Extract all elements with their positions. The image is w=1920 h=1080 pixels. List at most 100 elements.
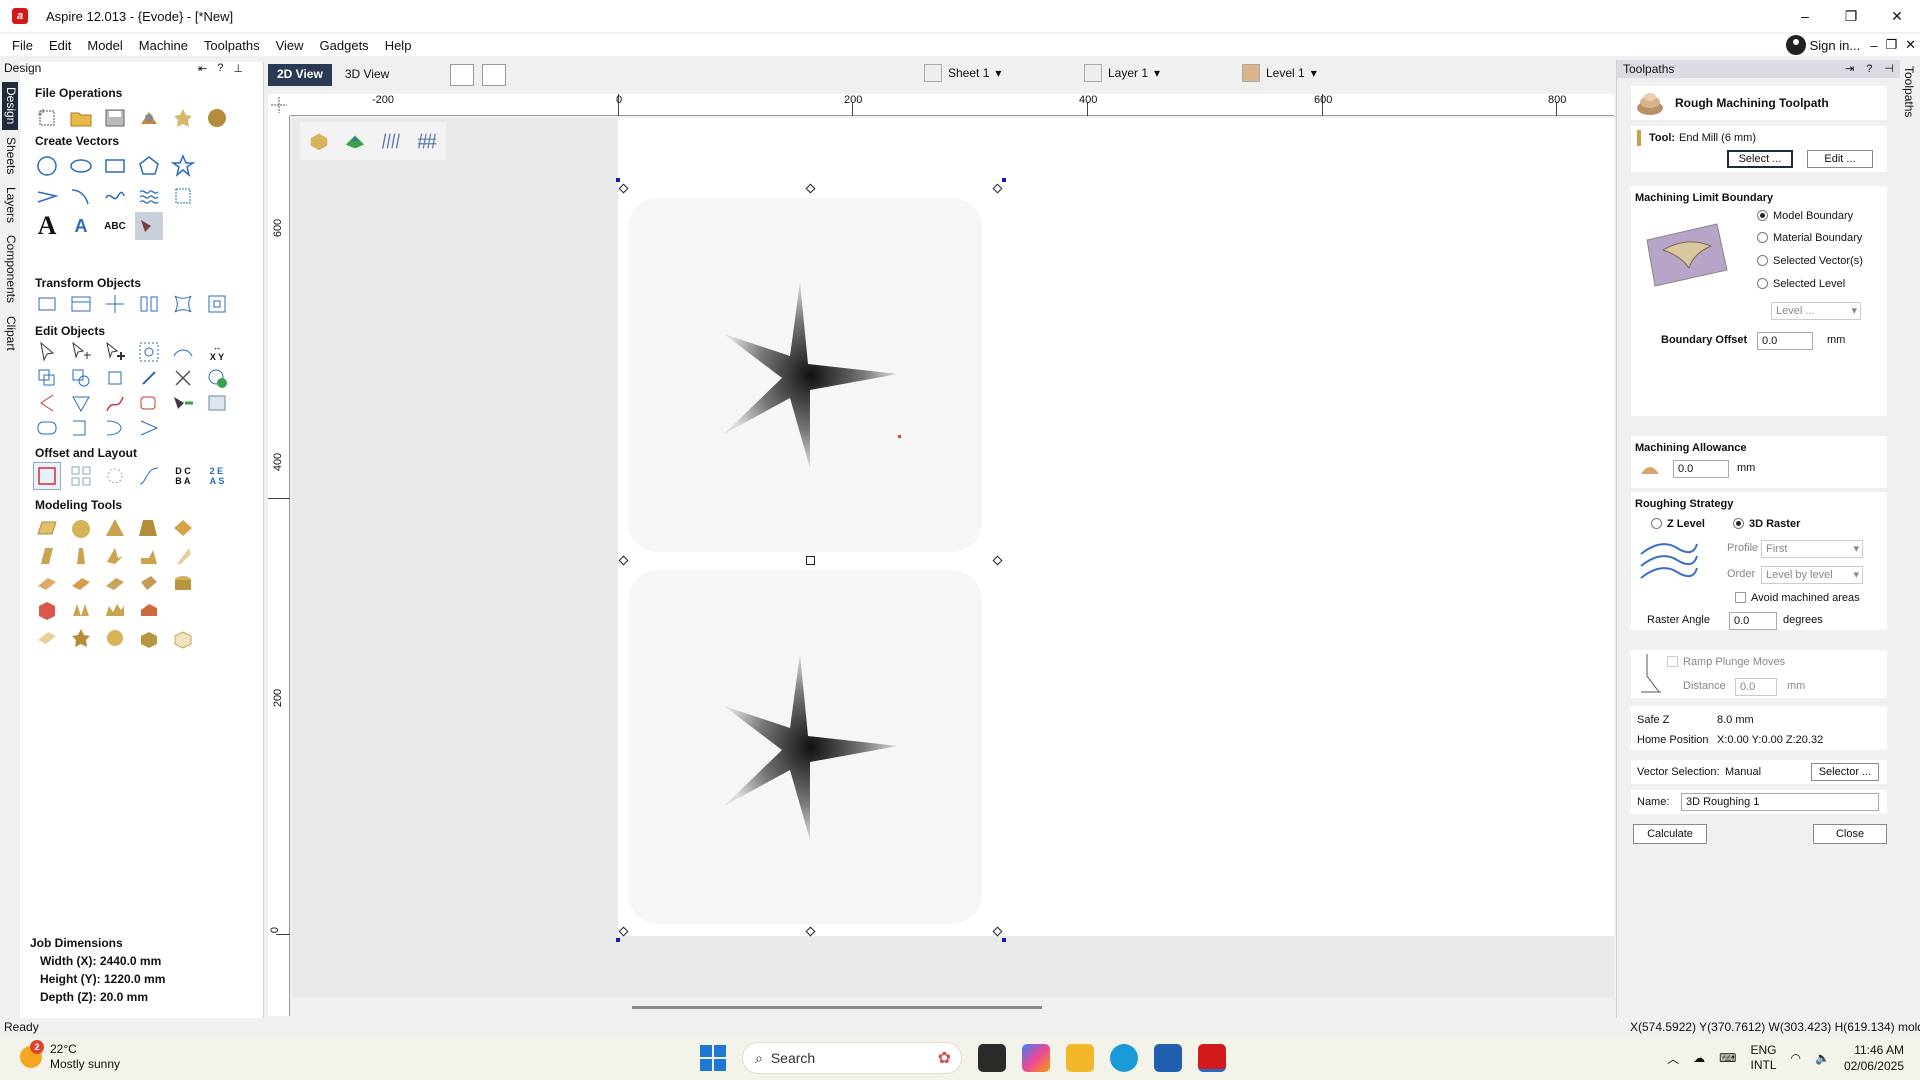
selector-button[interactable]: Selector ... xyxy=(1811,763,1879,781)
trim-icon[interactable] xyxy=(169,338,197,366)
task-view-icon[interactable] xyxy=(978,1044,1006,1072)
sculpt-icon[interactable] xyxy=(101,542,129,570)
texture-area-icon[interactable] xyxy=(33,570,61,598)
transform-vector-icon[interactable] xyxy=(169,182,197,210)
tab-layers[interactable]: Layers xyxy=(2,184,18,226)
sign-in-button[interactable]: Sign in... – ❐ ✕ xyxy=(1785,34,1920,56)
layer-selector[interactable]: Layer 1 ▾ xyxy=(1084,64,1160,82)
flip-icon[interactable] xyxy=(33,624,61,652)
text-on-curve-icon[interactable]: A xyxy=(67,212,95,240)
flat-area-icon[interactable] xyxy=(101,596,129,624)
menu-view[interactable]: View xyxy=(268,38,312,53)
import-icon[interactable] xyxy=(135,104,163,132)
wave-icon[interactable] xyxy=(135,182,163,210)
selection-handle[interactable] xyxy=(618,926,629,937)
selection-handle[interactable] xyxy=(992,926,1003,937)
minimize-button[interactable]: – xyxy=(1782,0,1828,32)
fillet-icon[interactable] xyxy=(33,389,61,417)
chamfer-icon[interactable] xyxy=(67,389,95,417)
arc-icon[interactable] xyxy=(67,182,95,210)
material-icon[interactable] xyxy=(306,128,332,154)
aspire-taskbar-icon[interactable] xyxy=(1198,1044,1226,1072)
mold-icon[interactable] xyxy=(67,542,95,570)
bitmap-trace-icon[interactable] xyxy=(135,212,163,240)
new-job-icon[interactable] xyxy=(33,104,61,132)
tab-3d-view[interactable]: 3D View xyxy=(336,64,398,86)
auto-layout-icon[interactable]: 2 EA S xyxy=(203,462,231,490)
fade-icon[interactable] xyxy=(67,570,95,598)
selection-handle[interactable] xyxy=(805,183,816,194)
image-vector-icon[interactable] xyxy=(169,389,197,417)
move-icon[interactable] xyxy=(33,290,61,318)
tool-edit-button[interactable]: Edit ... xyxy=(1807,150,1873,168)
rounded-rect-icon[interactable] xyxy=(33,414,61,442)
export-model-icon[interactable] xyxy=(135,624,163,652)
extrude-icon[interactable] xyxy=(135,514,163,542)
edge-browser-icon[interactable] xyxy=(1110,1044,1138,1072)
clear-model-icon[interactable] xyxy=(169,624,197,652)
circular-array-icon[interactable] xyxy=(101,462,129,490)
pin-icon[interactable]: ⊣ xyxy=(1884,60,1894,78)
tab-components[interactable]: Components xyxy=(2,232,18,306)
cut-icon[interactable] xyxy=(169,364,197,392)
selected-level-radio[interactable] xyxy=(1757,278,1768,289)
menu-file[interactable]: File xyxy=(0,38,41,53)
store-icon[interactable] xyxy=(1154,1044,1182,1072)
pin-icon[interactable]: ⊥ xyxy=(233,62,243,75)
file-explorer-icon[interactable] xyxy=(1066,1044,1094,1072)
mirror-model-icon[interactable] xyxy=(67,596,95,624)
horizontal-scrollbar[interactable] xyxy=(632,1006,1042,1009)
pyramid-icon[interactable] xyxy=(101,514,129,542)
tab-2d-view[interactable]: 2D View xyxy=(268,64,332,86)
boundary-offset-input[interactable]: 0.0 xyxy=(1757,332,1813,350)
restore-button[interactable]: ❐ xyxy=(1828,0,1874,32)
panel-close-icon[interactable]: ✕ xyxy=(1905,37,1916,53)
selection-center-handle[interactable] xyxy=(806,556,815,565)
menu-gadgets[interactable]: Gadgets xyxy=(312,38,377,53)
toolpath-preview-icon[interactable] xyxy=(378,128,404,154)
node-edit-icon[interactable] xyxy=(67,338,95,366)
menu-toolpaths[interactable]: Toolpaths xyxy=(196,38,268,53)
close-toolpath-button[interactable]: Close xyxy=(1813,824,1887,844)
menu-edit[interactable]: Edit xyxy=(41,38,79,53)
single-view-layout-button[interactable] xyxy=(450,64,474,86)
curve-icon[interactable] xyxy=(101,182,129,210)
close-button[interactable]: ✕ xyxy=(1874,0,1920,32)
menu-model[interactable]: Model xyxy=(79,38,130,53)
tab-toolpaths[interactable]: Toolpaths xyxy=(1902,66,1916,117)
two-rail-icon[interactable] xyxy=(33,542,61,570)
transform-select-icon[interactable] xyxy=(101,338,129,366)
sheet-selector[interactable]: Sheet 1 ▾ xyxy=(924,64,1001,82)
level-dropdown[interactable]: Level ... ▾ xyxy=(1771,302,1861,320)
bake-icon[interactable] xyxy=(101,624,129,652)
shape-editor-icon[interactable] xyxy=(33,514,61,542)
ramp-distance-input[interactable]: 0.0 xyxy=(1735,678,1777,696)
polygon-icon[interactable] xyxy=(135,152,163,180)
align-icon[interactable] xyxy=(67,290,95,318)
toolpath-name-input[interactable]: 3D Roughing 1 xyxy=(1681,793,1879,811)
level-selector[interactable]: Level 1 ▾ xyxy=(1242,64,1317,82)
tilt-icon[interactable] xyxy=(101,570,129,598)
calculate-button[interactable]: Calculate xyxy=(1633,824,1707,844)
center-icon[interactable] xyxy=(101,290,129,318)
panel-collapse-icon[interactable]: ⇤ xyxy=(198,62,207,75)
angle-icon[interactable] xyxy=(135,414,163,442)
tab-clipart[interactable]: Clipart xyxy=(2,312,18,354)
tool-select-button[interactable]: Select ... xyxy=(1727,150,1793,168)
tab-sheets[interactable]: Sheets xyxy=(2,134,18,178)
drawing-canvas[interactable] xyxy=(292,118,1614,998)
star-tile-bottom[interactable] xyxy=(628,570,982,924)
chevron-up-icon[interactable]: ︿ xyxy=(1667,1050,1679,1067)
import-component-icon[interactable] xyxy=(169,104,197,132)
toolpath-hatch-icon[interactable] xyxy=(414,128,440,154)
order-dropdown[interactable]: Level by level ▾ xyxy=(1761,566,1863,584)
merge-icon[interactable] xyxy=(135,596,163,624)
scale-icon[interactable] xyxy=(203,290,231,318)
help-icon[interactable]: ? xyxy=(217,62,223,75)
weave-icon[interactable] xyxy=(169,514,197,542)
raster-angle-input[interactable]: 0.0 xyxy=(1729,612,1777,630)
rectangle-icon[interactable] xyxy=(101,152,129,180)
subtract-icon[interactable] xyxy=(67,364,95,392)
distort-model-icon[interactable] xyxy=(135,570,163,598)
circle-icon[interactable] xyxy=(33,152,61,180)
